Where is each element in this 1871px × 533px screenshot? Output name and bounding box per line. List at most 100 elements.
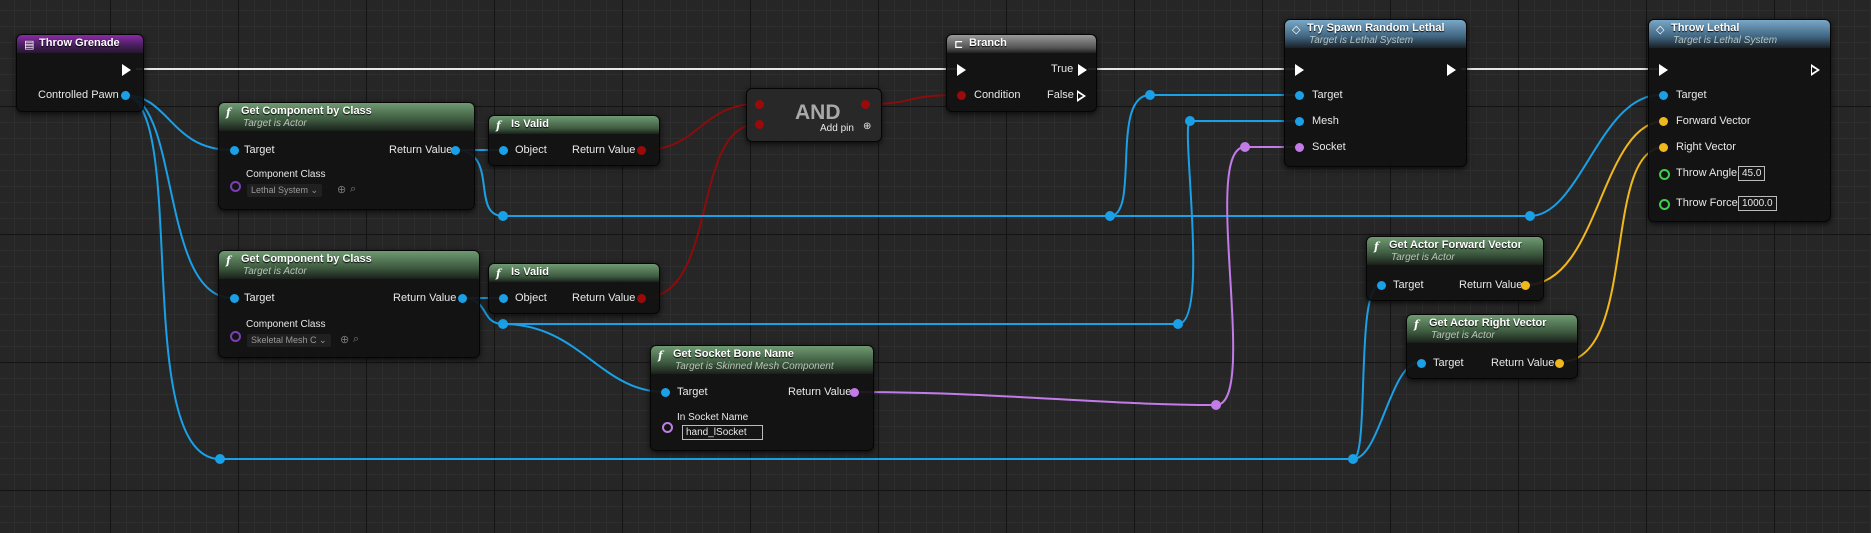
return-value-pin[interactable] xyxy=(1521,281,1530,290)
return-value-pin[interactable] xyxy=(850,388,859,397)
node-title: Get Component by Class xyxy=(241,253,372,265)
node-get-component-lethal[interactable]: f Get Component by Class Target is Actor… xyxy=(218,102,475,210)
function-icon: f xyxy=(226,106,231,119)
node-is-valid-1[interactable]: f Is Valid Object Return Value xyxy=(488,115,660,166)
interface-icon: ◇ xyxy=(1292,23,1301,36)
node-title: Throw Grenade xyxy=(39,37,120,49)
target-pin[interactable] xyxy=(661,388,670,397)
pin-label: Return Value xyxy=(1459,279,1523,291)
search-icon[interactable]: ⌕ xyxy=(350,183,356,196)
node-and[interactable]: AND Add pin ⊕ xyxy=(746,88,882,142)
exec-out-pin[interactable] xyxy=(122,64,131,76)
function-icon: f xyxy=(1374,240,1379,253)
pin-label: Condition xyxy=(974,89,1021,101)
pin-label: Mesh xyxy=(1312,115,1339,127)
node-title: Get Actor Forward Vector xyxy=(1389,239,1522,251)
throw-force-input[interactable]: 1000.0 xyxy=(1738,196,1777,211)
exec-in-pin[interactable] xyxy=(1295,64,1304,76)
return-value-pin[interactable] xyxy=(1555,359,1564,368)
bool-wire xyxy=(642,103,759,151)
node-title: Get Actor Right Vector xyxy=(1429,317,1547,329)
dropdown-value: Skeletal Mesh C xyxy=(251,335,317,345)
browse-icon[interactable]: ⊕ xyxy=(340,333,349,346)
exec-in-pin[interactable] xyxy=(1659,64,1668,76)
controlled-pawn-pin[interactable] xyxy=(121,91,130,100)
return-value-pin[interactable] xyxy=(637,294,646,303)
node-is-valid-2[interactable]: f Is Valid Object Return Value xyxy=(488,263,660,314)
event-icon: ▤ xyxy=(24,38,35,51)
node-get-socket-bone-name[interactable]: f Get Socket Bone Name Target is Skinned… xyxy=(650,345,874,451)
node-title: Branch xyxy=(969,37,1007,49)
throw-angle-input[interactable]: 45.0 xyxy=(1738,166,1766,181)
node-get-actor-right-vector[interactable]: f Get Actor Right Vector Target is Actor… xyxy=(1406,314,1578,379)
node-header: f Is Valid xyxy=(489,116,659,134)
pin-label: Target xyxy=(677,386,708,398)
target-pin[interactable] xyxy=(230,146,239,155)
node-branch[interactable]: ⊏ Branch True Condition False xyxy=(946,34,1097,112)
node-header: f Get Socket Bone Name Target is Skinned… xyxy=(651,346,873,374)
target-pin[interactable] xyxy=(1659,91,1668,100)
socket-pin[interactable] xyxy=(1295,143,1304,152)
throw-angle-pin[interactable] xyxy=(1659,169,1670,180)
function-icon: f xyxy=(496,119,501,132)
node-subtitle: Target is Actor xyxy=(1391,252,1455,263)
component-class-dropdown[interactable]: Lethal System ⌄ xyxy=(247,184,323,197)
node-get-component-skeletal[interactable]: f Get Component by Class Target is Actor… xyxy=(218,250,480,358)
reroute-knot xyxy=(1525,211,1535,221)
component-class-dropdown[interactable]: Skeletal Mesh C ⌄ xyxy=(247,334,331,347)
bool-wire xyxy=(642,123,759,299)
exec-out-pin[interactable] xyxy=(1447,64,1456,76)
object-pin[interactable] xyxy=(499,146,508,155)
socket-name-pin[interactable] xyxy=(662,422,673,433)
node-title: Is Valid xyxy=(511,266,549,278)
return-value-pin[interactable] xyxy=(451,146,460,155)
pin-label: Forward Vector xyxy=(1676,115,1751,127)
pin-label: Target xyxy=(244,144,275,156)
reroute-knot xyxy=(498,211,508,221)
reroute-knot xyxy=(1185,116,1195,126)
add-pin-icon[interactable]: ⊕ xyxy=(863,121,871,132)
exec-true-pin[interactable] xyxy=(1078,64,1087,76)
target-pin[interactable] xyxy=(1295,91,1304,100)
throw-force-pin[interactable] xyxy=(1659,199,1670,210)
target-pin[interactable] xyxy=(1377,281,1386,290)
return-value-pin[interactable] xyxy=(458,294,467,303)
function-icon: f xyxy=(1414,318,1419,331)
right-vector-pin[interactable] xyxy=(1659,143,1668,152)
reroute-knot xyxy=(498,319,508,329)
node-header: ◇ Throw Lethal Target is Lethal System xyxy=(1649,20,1830,48)
pin-label: Return Value xyxy=(572,144,636,156)
node-throw-grenade[interactable]: ▤ Throw Grenade Controlled Pawn xyxy=(16,34,144,112)
function-icon: f xyxy=(658,349,663,362)
node-get-actor-forward-vector[interactable]: f Get Actor Forward Vector Target is Act… xyxy=(1366,236,1544,301)
reroute-knot xyxy=(215,454,225,464)
browse-icon[interactable]: ⊕ xyxy=(337,183,346,196)
node-title: Get Socket Bone Name xyxy=(673,348,795,360)
object-pin[interactable] xyxy=(499,294,508,303)
and-input-pin[interactable] xyxy=(755,120,764,129)
reroute-knot xyxy=(1348,454,1358,464)
node-title: Try Spawn Random Lethal xyxy=(1307,22,1445,34)
node-title: Throw Lethal xyxy=(1671,22,1740,34)
return-value-pin[interactable] xyxy=(637,146,646,155)
pin-label: Return Value xyxy=(393,292,457,304)
socket-name-input[interactable]: hand_lSocket xyxy=(682,425,763,440)
forward-vector-pin[interactable] xyxy=(1659,117,1668,126)
target-pin[interactable] xyxy=(230,294,239,303)
function-icon: f xyxy=(226,254,231,267)
exec-in-pin[interactable] xyxy=(957,64,966,76)
component-class-pin[interactable] xyxy=(230,331,241,342)
node-throw-lethal[interactable]: ◇ Throw Lethal Target is Lethal System T… xyxy=(1648,19,1831,222)
mesh-pin[interactable] xyxy=(1295,117,1304,126)
node-header: f Get Actor Forward Vector Target is Act… xyxy=(1367,237,1543,265)
search-icon[interactable]: ⌕ xyxy=(353,333,359,346)
dropdown-value: Lethal System xyxy=(251,185,309,195)
component-class-pin[interactable] xyxy=(230,181,241,192)
add-pin-label: Add pin xyxy=(820,123,854,134)
pin-label: Target xyxy=(1312,89,1343,101)
node-try-spawn-random-lethal[interactable]: ◇ Try Spawn Random Lethal Target is Leth… xyxy=(1284,19,1467,167)
and-input-pin[interactable] xyxy=(755,100,764,109)
and-output-pin[interactable] xyxy=(861,100,870,109)
target-pin[interactable] xyxy=(1417,359,1426,368)
condition-pin[interactable] xyxy=(957,91,966,100)
